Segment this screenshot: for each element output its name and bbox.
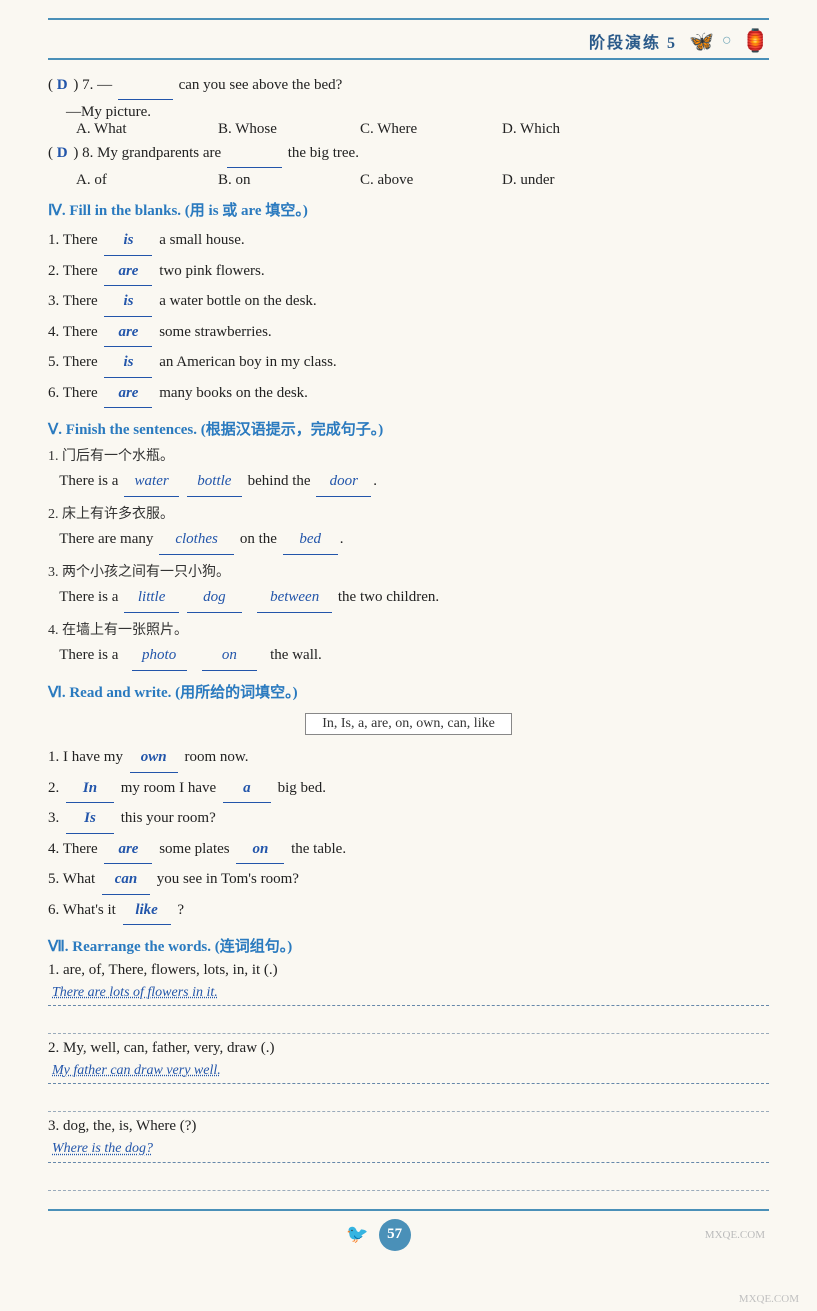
vii-blank-line-1 (48, 1012, 769, 1034)
section4-title: Ⅳ. Fill in the blanks. (用 is 或 are 填空。) (48, 199, 769, 220)
vi-item-6: 6. What's it like ? (48, 896, 769, 926)
vi-item-4: 4. There are some plates on the table. (48, 835, 769, 865)
vii-answer-2: My father can draw very well. (48, 1058, 769, 1084)
iv-item-4: 4. There are some strawberries. (48, 318, 769, 348)
circle-icon: ○ (722, 32, 732, 50)
section6-title: Ⅵ. Read and write. (用所给的词填空。) (48, 681, 769, 702)
q8-answer-bracket: ( D ) (48, 145, 78, 161)
q8-prompt: My grandparents are the big tree. (97, 145, 359, 161)
section7-title: Ⅶ. Rearrange the words. (连词组句。) (48, 935, 769, 956)
v-item-4: 4. 在墙上有一张照片。 There is a photo on the wal… (48, 619, 769, 671)
bottom-watermark: MXQE.COM (739, 1293, 799, 1305)
vi-item-3: 3. Is this your room? (48, 804, 769, 834)
q7-choices: A. What B. Whose C. Where D. Which (76, 121, 769, 138)
question-8: ( D ) 8. My grandparents are the big tre… (48, 140, 769, 168)
vii-item-1: 1. are, of, There, flowers, lots, in, it… (48, 962, 769, 1034)
page-title: 阶段演练 5 (589, 29, 677, 53)
v-item-2: 2. 床上有许多衣服。 There are many clothes on th… (48, 503, 769, 555)
page-header: 阶段演练 5 🦋 ○ 🏮 (48, 28, 769, 60)
footer-bird-icon: 🐦 (346, 1224, 368, 1245)
iv-item-6: 6. There are many books on the desk. (48, 379, 769, 409)
vii-item-2: 2. My, well, can, father, very, draw (.)… (48, 1040, 769, 1112)
iv-item-2: 2. There are two pink flowers. (48, 257, 769, 287)
iv-item-5: 5. There is an American boy in my class. (48, 348, 769, 378)
word-bank: In, Is, a, are, on, own, can, like (48, 708, 769, 743)
vii-answer-3: Where is the dog? (48, 1136, 769, 1162)
iv-item-1: 1. There is a small house. (48, 226, 769, 256)
lamp-icon: 🏮 (742, 28, 769, 54)
page-number-circle: 57 (379, 1219, 411, 1251)
iv-item-3: 3. There is a water bottle on the desk. (48, 287, 769, 317)
q7-choice-d: D. Which (502, 121, 612, 138)
q7-prompt: — can you see above the bed? (97, 77, 342, 93)
q7-sub: —My picture. (66, 104, 769, 121)
q7-choice-c: C. Where (360, 121, 470, 138)
butterfly-icon: 🦋 (689, 29, 714, 54)
vii-item-3: 3. dog, the, is, Where (?) Where is the … (48, 1118, 769, 1190)
question-7: ( D ) 7. — can you see above the bed? (48, 72, 769, 100)
q8-choices: A. of B. on C. above D. under (76, 172, 769, 189)
watermark: MXQE.COM (705, 1229, 765, 1241)
q8-choice-a: A. of (76, 172, 186, 189)
v-item-1: 1. 门后有一个水瓶。 There is a water bottle behi… (48, 445, 769, 497)
q7-answer-bracket: ( D ) (48, 77, 78, 93)
vii-blank-line-2 (48, 1090, 769, 1112)
section5-title: Ⅴ. Finish the sentences. (根据汉语提示，完成句子。) (48, 418, 769, 439)
vii-answer-1: There are lots of flowers in it. (48, 980, 769, 1006)
vi-item-2: 2. In my room I have a big bed. (48, 774, 769, 804)
vii-blank-line-3 (48, 1169, 769, 1191)
vi-item-1: 1. I have my own room now. (48, 743, 769, 773)
q8-choice-c: C. above (360, 172, 470, 189)
v-item-3: 3. 两个小孩之间有一只小狗。 There is a little dog be… (48, 561, 769, 613)
q8-choice-b: B. on (218, 172, 328, 189)
vi-item-5: 5. What can you see in Tom's room? (48, 865, 769, 895)
q7-choice-b: B. Whose (218, 121, 328, 138)
q7-choice-a: A. What (76, 121, 186, 138)
q8-choice-d: D. under (502, 172, 612, 189)
